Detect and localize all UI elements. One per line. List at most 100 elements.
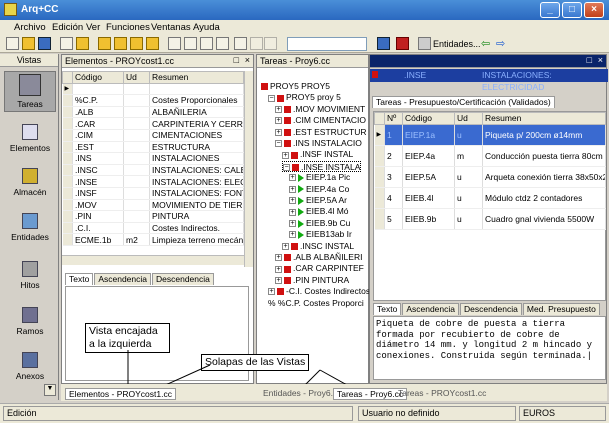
tree-node[interactable]: + EIEB.9b Cu: [289, 218, 350, 229]
minimize-button[interactable]: _: [540, 2, 560, 18]
nav-almacen[interactable]: Almacén: [4, 168, 56, 197]
tab-med-presupuesto[interactable]: Med. Presupuesto: [522, 303, 600, 315]
scroll-down-icon[interactable]: ▼: [44, 384, 56, 396]
tree-node[interactable]: + EIEB.4l Mó: [289, 206, 349, 217]
table-row[interactable]: ▶ 1 EIEP.1a u Piqueta p/ 200cm ø14mm: [374, 124, 606, 146]
expand-icon[interactable]: +: [275, 106, 282, 114]
stop-icon[interactable]: [396, 37, 409, 50]
expand-icon[interactable]: +: [289, 185, 296, 193]
table-row[interactable]: ▶: [62, 83, 244, 96]
expand-icon[interactable]: +: [268, 288, 275, 296]
expand-icon[interactable]: +: [289, 208, 296, 216]
table-row[interactable]: .CAR CARPINTERIA Y CERRAJE: [62, 117, 244, 130]
tree-node[interactable]: − PROY5 proy 5: [268, 92, 341, 103]
table-row[interactable]: .INS INSTALACIONES: [62, 152, 244, 165]
bottom-tab-tareas-proycost[interactable]: Tareas - PROYcost1.cc: [398, 388, 486, 398]
expand-icon[interactable]: +: [289, 231, 296, 239]
menu-edicion[interactable]: Edición: [52, 22, 83, 33]
cut-icon[interactable]: [168, 37, 181, 50]
nav-tareas[interactable]: Tareas: [4, 71, 56, 112]
elementos-table[interactable]: Código Ud Resumen ▶ %C.P. Costes Proporciona…: [62, 71, 244, 246]
table-row[interactable]: .PIN PINTURA: [62, 210, 244, 223]
eraser-icon[interactable]: [234, 37, 247, 50]
expand-icon[interactable]: +: [289, 174, 296, 182]
new-icon[interactable]: [6, 37, 19, 50]
pin-icon[interactable]: □: [234, 55, 239, 65]
tree-node[interactable]: + .EST ESTRUCTUR: [275, 127, 367, 138]
elementos-vscroll[interactable]: [244, 71, 253, 267]
col-codigo[interactable]: Código: [72, 71, 124, 84]
tab-texto[interactable]: Texto: [65, 273, 94, 285]
tab-ascendencia[interactable]: Ascendencia: [402, 303, 459, 315]
menu-funciones[interactable]: Funciones: [106, 22, 150, 33]
menu-ventanas[interactable]: Ventanas: [151, 22, 191, 33]
paste-special-icon[interactable]: [216, 37, 229, 50]
expand-icon[interactable]: +: [275, 254, 282, 262]
tab-texto[interactable]: Texto: [373, 303, 402, 315]
table-row[interactable]: .INSC INSTALACIONES: CALEFA: [62, 164, 244, 177]
redo-icon[interactable]: [264, 37, 277, 50]
tree-node[interactable]: + -C.I. Costes Indirectos: [268, 286, 370, 297]
expand-icon[interactable]: +: [289, 197, 296, 205]
table-row[interactable]: .EST ESTRUCTURA: [62, 141, 244, 154]
tree-node[interactable]: PROY5 PROY5: [261, 81, 330, 92]
pencil-icon[interactable]: [418, 37, 431, 50]
col-n[interactable]: Nº: [384, 112, 403, 125]
nav-ramos[interactable]: Ramos: [4, 307, 56, 336]
close-button[interactable]: ×: [584, 2, 604, 18]
table-row[interactable]: .INSF INSTALACIONES: FONTAI: [62, 187, 244, 200]
tree-node[interactable]: + .INSF INSTAL: [282, 149, 353, 160]
bottom-tab-elementos[interactable]: Elementos - PROYcost1.cc: [65, 388, 176, 400]
expand-icon[interactable]: +: [275, 265, 282, 273]
menu-archivo[interactable]: Archivo: [14, 22, 46, 33]
presupuesto-title[interactable]: Tareas - Presupuesto/Certificación (Vali…: [372, 96, 555, 108]
undo-icon[interactable]: [250, 37, 263, 50]
tree-node[interactable]: + .PIN PINTURA: [275, 275, 349, 286]
table-row[interactable]: 5 EIEB.9b u Cuadro gnal vivienda 5500W: [374, 208, 606, 230]
expand-icon[interactable]: −: [268, 94, 275, 102]
paste-icon[interactable]: [200, 37, 213, 50]
menu-ayuda[interactable]: Ayuda: [193, 22, 220, 33]
pin-icon[interactable]: □: [587, 55, 592, 65]
tree-node[interactable]: + .CIM CIMENTACIO: [275, 115, 366, 126]
table-row[interactable]: .CIM CIMENTACIONES: [62, 129, 244, 142]
move-first-icon[interactable]: [98, 37, 111, 50]
maximize-button[interactable]: □: [562, 2, 582, 18]
expand-icon[interactable]: +: [282, 151, 289, 159]
table-row[interactable]: .ALB ALBAÑILERIA: [62, 106, 244, 119]
expand-icon[interactable]: +: [289, 220, 296, 228]
table-row[interactable]: 4 EIEB.4l u Módulo ctdz 2 contadores: [374, 187, 606, 209]
tree-node[interactable]: + EIEP.5A Ar: [289, 195, 347, 206]
expand-icon[interactable]: +: [275, 117, 282, 125]
bottom-tab-tareas[interactable]: Tareas - Proy6.cc: [333, 388, 408, 400]
col-resumen[interactable]: Resumen: [482, 112, 606, 125]
col-codigo[interactable]: Código: [402, 112, 455, 125]
tree-node[interactable]: + EIEP.4a Co: [289, 184, 349, 195]
col-resumen[interactable]: Resumen: [149, 71, 244, 84]
tree-node[interactable]: % %C.P. Costes Proporci: [268, 298, 364, 309]
panel-close-icon[interactable]: ×: [245, 55, 250, 65]
bottom-tab-entidades[interactable]: Entidades - Proy6.cc: [263, 388, 341, 398]
nav-elementos[interactable]: Elementos: [4, 124, 56, 153]
tab-descendencia[interactable]: Descendencia: [152, 273, 214, 285]
presupuesto-table[interactable]: Nº Código Ud Resumen ▶ 1 EIEP.1a u Piqueta p/ 2…: [374, 112, 606, 230]
panel-close-icon[interactable]: ×: [598, 55, 603, 65]
menu-ver[interactable]: Ver: [86, 22, 100, 33]
tree-node[interactable]: + .CAR CARPINTEF: [275, 263, 364, 274]
tree-node[interactable]: + .ALB ALBAÑILERI: [275, 252, 362, 263]
move-down-icon[interactable]: [130, 37, 143, 50]
table-row[interactable]: 3 EIEP.5A u Arqueta conexión tierra 38x50x2: [374, 166, 606, 188]
copy-icon[interactable]: [184, 37, 197, 50]
nav-hitos[interactable]: Hitos: [4, 261, 56, 290]
tab-ascendencia[interactable]: Ascendencia: [94, 273, 151, 285]
move-up-icon[interactable]: [114, 37, 127, 50]
nav-anexos[interactable]: Anexos: [4, 352, 56, 381]
move-last-icon[interactable]: [146, 37, 159, 50]
expand-icon[interactable]: −: [275, 140, 282, 148]
col-ud[interactable]: Ud: [123, 71, 150, 84]
window-icon[interactable]: [377, 37, 390, 50]
nav-entidades[interactable]: Entidades: [4, 213, 56, 242]
print-icon[interactable]: [60, 37, 73, 50]
save-icon[interactable]: [38, 37, 51, 50]
tree-node[interactable]: + .MOV MOVIMIENT: [275, 104, 365, 115]
